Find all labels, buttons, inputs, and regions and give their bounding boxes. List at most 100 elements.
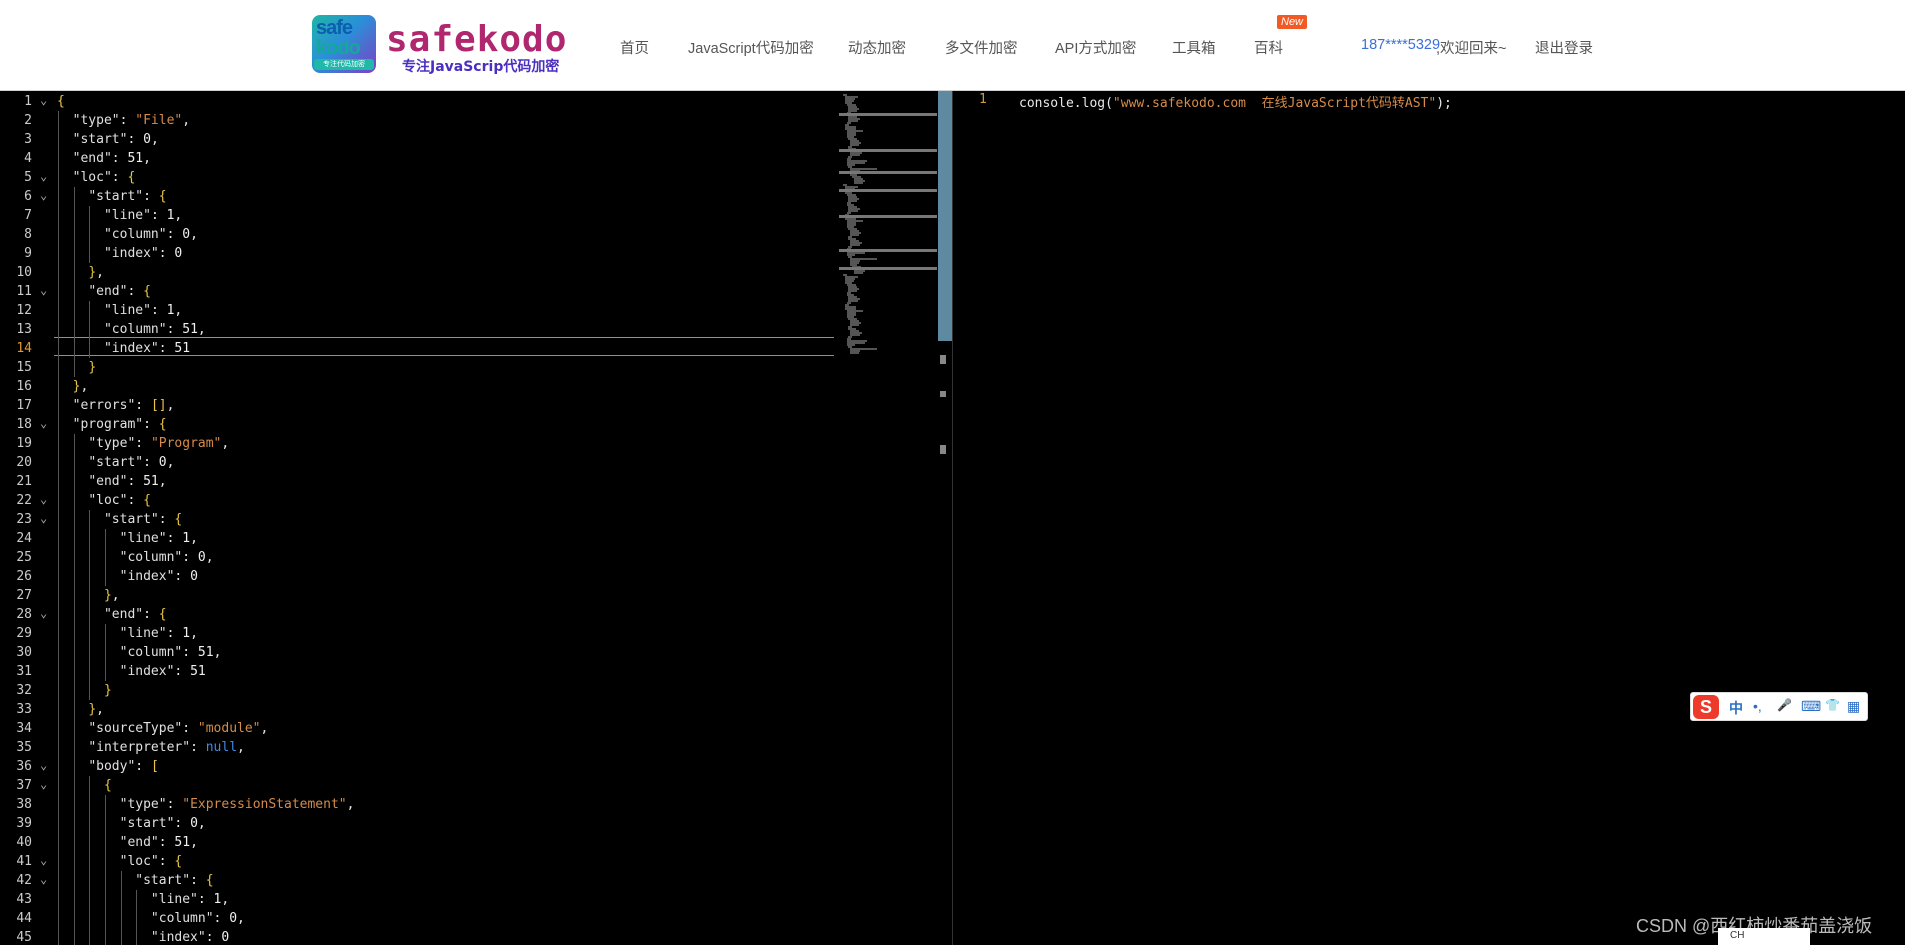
code-text: {	[103, 778, 112, 793]
code-line: 38 "type": "ExpressionStatement",	[0, 795, 839, 814]
minimap[interactable]	[839, 91, 939, 945]
line-number: 36	[16, 759, 32, 774]
nav-multi-file-encrypt[interactable]: 多文件加密	[945, 37, 1018, 58]
code-line: 29 "line": 1,	[0, 624, 839, 643]
skin-icon[interactable]: 👕	[1825, 698, 1840, 712]
logout-link[interactable]: 退出登录	[1535, 37, 1593, 58]
code-text: }	[88, 360, 97, 375]
fold-chevron-icon[interactable]: ⌄	[40, 414, 47, 433]
ime-chinese-mode-icon[interactable]: 中	[1729, 698, 1743, 718]
code-text: "column": 51,	[119, 645, 222, 660]
code-text: "start": 0,	[72, 132, 159, 147]
line-number: 6	[24, 189, 32, 204]
line-number: 7	[24, 208, 32, 223]
code-line: 40 "end": 51,	[0, 833, 839, 852]
line-number: 17	[16, 398, 32, 413]
nav-toolbox[interactable]: 工具箱	[1172, 37, 1216, 58]
line-number: 13	[16, 322, 32, 337]
code-text: "line": 1,	[103, 303, 183, 318]
fold-chevron-icon[interactable]: ⌄	[40, 870, 47, 889]
code-line: 21 "end": 51,	[0, 472, 839, 491]
code-line: 35 "interpreter": null,	[0, 738, 839, 757]
line-number: 21	[16, 474, 32, 489]
code-text: "line": 1,	[150, 892, 230, 907]
microphone-icon[interactable]: 🎤	[1777, 698, 1792, 712]
code-line: 17 "errors": [],	[0, 396, 839, 415]
vertical-scrollbar-thumb[interactable]	[938, 91, 952, 341]
toolbox-grid-icon[interactable]: ▦	[1847, 698, 1860, 715]
code-text: "type": "ExpressionStatement",	[119, 797, 355, 812]
code-line: 13 "column": 51,	[0, 320, 839, 339]
line-number: 42	[16, 873, 32, 888]
line-number: 39	[16, 816, 32, 831]
js-source-editor[interactable]: 1 console.log("www.safekodo.com 在线JavaSc…	[952, 91, 1905, 945]
line-number: 27	[16, 588, 32, 603]
fold-chevron-icon[interactable]: ⌄	[40, 167, 47, 186]
code-text: "loc": {	[72, 170, 136, 185]
code-line: 7 "line": 1,	[0, 206, 839, 225]
nav-wiki[interactable]: 百科	[1254, 37, 1283, 58]
code-line: 27 },	[0, 586, 839, 605]
minimap-highlight	[839, 171, 937, 174]
fold-chevron-icon[interactable]: ⌄	[40, 851, 47, 870]
ime-logo-icon[interactable]: S	[1693, 695, 1719, 719]
code-text: }	[103, 683, 112, 698]
fold-chevron-icon[interactable]: ⌄	[40, 775, 47, 794]
line-number: 15	[16, 360, 32, 375]
user-phone[interactable]: 187****5329	[1361, 37, 1440, 53]
code-text: },	[88, 265, 104, 280]
line-number: 9	[24, 246, 32, 261]
code-line: 6 ⌄ "start": {	[0, 187, 839, 206]
code-text: "loc": {	[119, 854, 183, 869]
code-text: "body": [	[88, 759, 159, 774]
line-number: 20	[16, 455, 32, 470]
ast-output-editor[interactable]: 1 ⌄{2 "type": "File", 3 "start": 0, 4 "end"…	[0, 91, 839, 945]
code-line: 11 ⌄ "end": {	[0, 282, 839, 301]
code-line: 44 "column": 0,	[0, 909, 839, 928]
code-line: 8 "column": 0,	[0, 225, 839, 244]
line-number: 1	[24, 94, 32, 109]
fold-chevron-icon[interactable]: ⌄	[40, 186, 47, 205]
fold-chevron-icon[interactable]: ⌄	[40, 281, 47, 300]
nav-js-encrypt[interactable]: JavaScript代码加密	[688, 37, 814, 58]
line-number: 16	[16, 379, 32, 394]
code-line: 28 ⌄ "end": {	[0, 605, 839, 624]
fold-chevron-icon[interactable]: ⌄	[40, 604, 47, 623]
code-text: "index": 51	[103, 341, 191, 356]
line-number: 28	[16, 607, 32, 622]
code-text: },	[88, 702, 104, 717]
system-tray-strip: CH	[1718, 928, 1810, 945]
keyboard-icon[interactable]: ⌨	[1801, 698, 1821, 715]
code-text: "start": {	[88, 189, 167, 204]
fold-chevron-icon[interactable]: ⌄	[40, 509, 47, 528]
code-text: "start": {	[103, 512, 183, 527]
code-text: "type": "Program",	[88, 436, 230, 451]
minimap-highlight	[839, 113, 937, 116]
nav-dynamic-encrypt[interactable]: 动态加密	[848, 37, 906, 58]
line-number: 4	[24, 151, 32, 166]
code-text: "interpreter": null,	[88, 740, 245, 755]
minimap-highlight	[839, 249, 937, 252]
code-line: 20 "start": 0,	[0, 453, 839, 472]
code-text: "column": 0,	[119, 550, 214, 565]
code-line: 5 ⌄ "loc": {	[0, 168, 839, 187]
code-line: 41 ⌄ "loc": {	[0, 852, 839, 871]
minimap-line	[853, 182, 863, 184]
code-line: 1 ⌄ {	[0, 92, 839, 111]
code-line: 4 "end": 51,	[0, 149, 839, 168]
line-number: 5	[24, 170, 32, 185]
fold-chevron-icon[interactable]: ⌄	[40, 490, 47, 509]
fold-chevron-icon[interactable]: ⌄	[40, 756, 47, 775]
site-logo[interactable]: safe kodo 专注代码加密 safekodo 专注JavaScrip代码加…	[312, 15, 572, 75]
ime-punctuation-icon[interactable]: •,	[1753, 698, 1762, 714]
nav-api-encrypt[interactable]: API方式加密	[1055, 37, 1136, 58]
code-line: 3 "start": 0,	[0, 130, 839, 149]
code-line: 16 },	[0, 377, 839, 396]
line-number: 8	[24, 227, 32, 242]
ime-toolbar[interactable]: S 中 •, 🎤 ⌨ 👕 ▦	[1690, 692, 1868, 721]
new-badge: New	[1277, 15, 1308, 29]
line-number: 37	[16, 778, 32, 793]
fold-chevron-icon[interactable]: ⌄	[40, 91, 47, 110]
nav-home[interactable]: 首页	[620, 37, 649, 58]
code-text: },	[72, 379, 89, 394]
